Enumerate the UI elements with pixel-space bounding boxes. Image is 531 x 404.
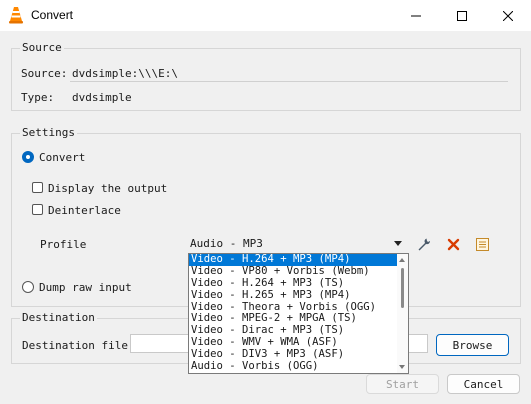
display-output-label[interactable]: Display the output [48, 182, 167, 195]
scroll-down-icon[interactable] [399, 365, 405, 369]
window-title: Convert [31, 8, 74, 22]
profile-select[interactable]: Audio - MP3 [188, 236, 405, 253]
profile-options-list: Video - H.264 + MP3 (MP4) Video - VP80 +… [189, 254, 398, 373]
source-field[interactable]: dvdsimple:\\\E:\ [70, 66, 508, 82]
title-bar[interactable]: Convert [0, 0, 531, 31]
dump-raw-label[interactable]: Dump raw input [39, 281, 132, 294]
close-icon [503, 10, 513, 21]
convert-radio[interactable] [22, 151, 34, 163]
maximize-button[interactable] [439, 0, 485, 31]
display-output-checkbox[interactable] [32, 182, 43, 193]
dump-raw-radio[interactable] [22, 281, 34, 293]
deinterlace-label[interactable]: Deinterlace [48, 204, 121, 217]
wrench-icon [418, 238, 431, 251]
minimize-button[interactable] [393, 0, 439, 31]
profile-option[interactable]: Audio - Vorbis (OGG) [189, 360, 398, 373]
minimize-icon [411, 15, 421, 16]
profile-option[interactable]: Video - VP80 + Vorbis (Webm) [189, 265, 398, 278]
new-profile-button[interactable] [472, 234, 492, 254]
source-value: dvdsimple:\\\E:\ [72, 67, 178, 80]
type-label: Type: [21, 91, 55, 104]
profile-option[interactable]: Video - H.265 + MP3 (MP4) [189, 289, 398, 302]
browse-button[interactable]: Browse [436, 334, 509, 356]
edit-profile-button[interactable] [414, 234, 434, 254]
maximize-icon [457, 10, 467, 21]
settings-group-title: Settings [20, 126, 77, 139]
profile-dropdown-list[interactable]: Video - H.264 + MP3 (MP4) Video - VP80 +… [188, 253, 409, 374]
type-value: dvdsimple [72, 91, 132, 104]
delete-profile-button[interactable] [443, 234, 463, 254]
source-label: Source: [21, 67, 68, 80]
delete-icon [447, 238, 459, 250]
profile-label: Profile [40, 238, 87, 251]
source-group-title: Source [20, 41, 64, 54]
new-profile-icon [475, 237, 489, 251]
destination-file-label: Destination file: [22, 339, 135, 352]
cancel-button[interactable]: Cancel [447, 374, 520, 394]
convert-label[interactable]: Convert [39, 151, 85, 164]
chevron-down-icon [394, 241, 402, 246]
profile-selected-value: Audio - MP3 [190, 237, 263, 250]
vlc-cone-icon [8, 6, 24, 24]
start-button[interactable]: Start [366, 374, 439, 394]
close-button[interactable] [485, 0, 531, 31]
deinterlace-checkbox[interactable] [32, 204, 43, 215]
dropdown-scrollbar[interactable] [397, 254, 408, 373]
scroll-up-icon[interactable] [399, 258, 405, 262]
profile-option[interactable]: Video - H.264 + MP3 (TS) [189, 277, 398, 290]
destination-group-title: Destination [20, 311, 97, 324]
scrollbar-thumb[interactable] [401, 268, 404, 308]
